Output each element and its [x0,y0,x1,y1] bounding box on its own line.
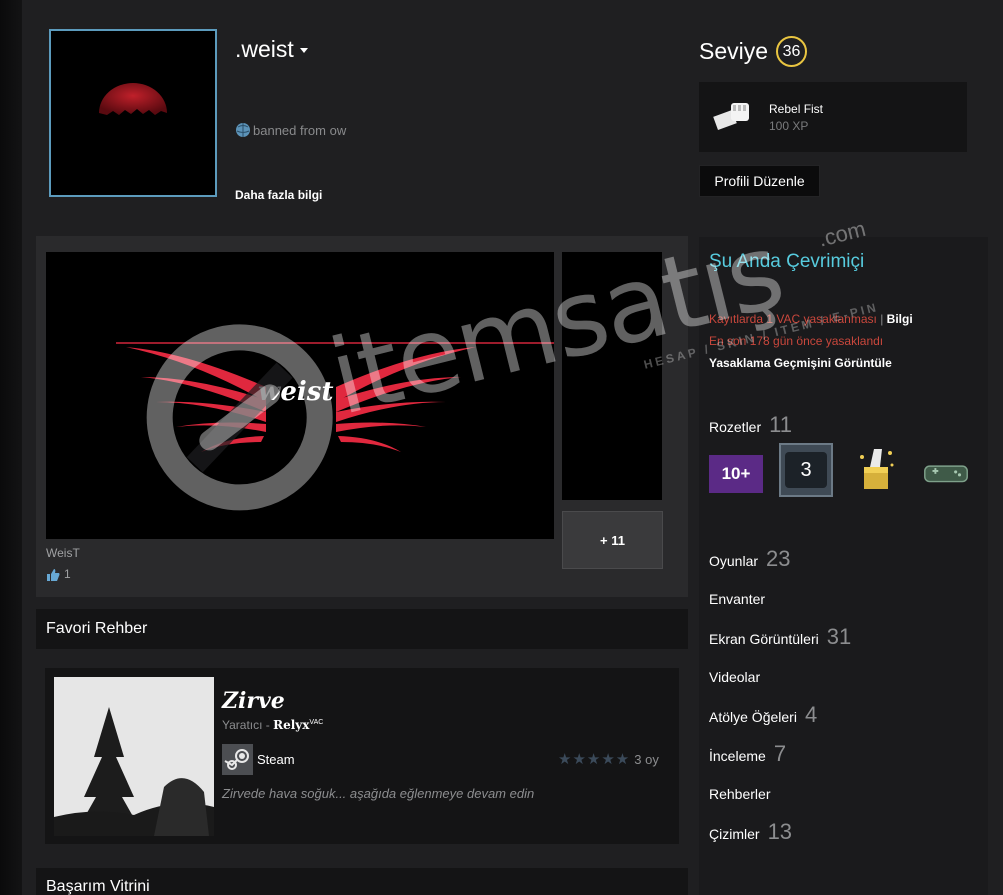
artwork-link[interactable]: Çizimler 13 [709,819,792,845]
videos-link[interactable]: Videolar [709,669,760,685]
badge-treasure-chest[interactable] [849,443,903,497]
inventory-link[interactable]: Envanter [709,591,765,607]
online-status: Şu Anda Çevrimiçi [709,251,865,272]
reviews-link[interactable]: İnceleme 7 [709,741,786,767]
badge-controller[interactable] [919,443,973,497]
guide-description: Zirvede hava soğuk... aşağıda eğlenmeye … [222,786,535,801]
favorite-badge-xp: 100 XP [769,118,809,133]
badge-years-of-service[interactable]: 10+ [709,455,763,493]
games-link[interactable]: Oyunlar 23 [709,546,791,572]
ban-history-link[interactable]: Yasaklama Geçmişini Görüntüle [709,356,892,370]
guide-app[interactable]: Steam [222,744,295,775]
vac-ban-line: Kayıtlarda 1 VAC yasaklanması | Bilgi [709,312,913,326]
reviews-count: 7 [773,741,787,766]
level-display: Seviye 36 [699,36,808,67]
vac-ban-days: En son 178 gün önce yasaklandı [709,334,884,348]
rating-stars-icon: ★★★★★ [558,751,631,768]
workshop-label: Atölye Öğeleri [709,709,797,725]
author-name[interactable]: Relyx [273,718,309,732]
workshop-count: 4 [804,702,818,727]
games-count: 23 [766,546,791,571]
vac-ban-text: Kayıtlarda 1 VAC yasaklanması [709,312,877,326]
chevron-down-icon [299,48,308,54]
artwork-text: weist [258,377,333,407]
games-label: Oyunlar [709,553,759,569]
thumbs-up-icon [47,568,60,581]
author-prefix: Yaratıcı - [222,718,274,732]
favorite-guide-header: Favori Rehber [36,609,688,649]
inventory-label: Envanter [709,591,766,607]
steam-logo-icon [222,744,253,775]
artwork-count: 13 [767,819,793,844]
screenshots-link[interactable]: Ekran Görüntüleri 31 [709,624,851,650]
reviews-label: İnceleme [709,748,766,764]
treasure-chest-icon [860,449,894,489]
level-badge[interactable]: 36 [776,36,808,67]
vac-separator: | [880,312,884,326]
more-artwork-button[interactable]: + 11 [562,511,663,569]
artwork-side-image[interactable] [562,252,662,500]
guide-author: Yaratıcı - RelyxVAC [222,718,323,732]
tree-landscape-image [54,677,214,836]
winged-logo-artwork: weist [116,342,554,452]
guides-label: Rehberler [709,786,771,802]
artwork-label: Çizimler [709,826,760,842]
username-text: .weist [235,36,294,62]
guide-title[interactable]: Zirve [222,688,285,714]
artwork-likes[interactable]: 1 [46,567,71,581]
game-controller-icon [924,465,968,483]
achievement-showcase-header: Başarım Vitrini [36,868,688,895]
screenshots-count: 31 [826,624,852,649]
username-dropdown[interactable]: .weist [235,36,308,63]
badge-level-3-number: 3 [785,452,827,488]
guide-app-name: Steam [257,752,295,767]
profile-status: banned from ow [235,121,346,139]
rating-count: 3 oy [634,751,659,767]
globe-icon [236,123,250,137]
badges-link[interactable]: Rozetler 11 [709,412,792,438]
artwork-main-image[interactable]: weist [46,252,554,539]
badges-label: Rozetler [709,419,762,435]
edit-profile-button[interactable]: Profili Düzenle [699,165,820,197]
avatar[interactable] [49,29,217,197]
vac-info-link[interactable]: Bilgi [887,312,913,326]
artwork-title[interactable]: WeisT [46,546,80,560]
badges-count: 11 [769,412,792,437]
vac-tag: VAC [309,719,324,726]
red-moon-icon [99,83,167,115]
more-info-link[interactable]: Daha fazla bilgi [235,188,322,202]
guide-rating: ★★★★★ 3 oy [558,750,659,768]
badge-list: 10+ 3 [709,443,973,497]
status-text: banned from ow [253,122,347,138]
favorite-badge[interactable]: Rebel Fist 100 XP [699,82,967,152]
page-left-edge [0,0,22,895]
badge-level-3[interactable]: 3 [779,443,833,497]
favorite-badge-name: Rebel Fist [769,101,824,116]
videos-label: Videolar [709,669,761,685]
screenshots-label: Ekran Görüntüleri [709,631,819,647]
guides-link[interactable]: Rehberler [709,786,770,802]
level-label: Seviye [699,38,769,64]
fist-icon [713,103,749,130]
guide-thumbnail[interactable] [54,677,214,836]
likes-count: 1 [64,567,71,581]
workshop-link[interactable]: Atölye Öğeleri 4 [709,702,817,728]
